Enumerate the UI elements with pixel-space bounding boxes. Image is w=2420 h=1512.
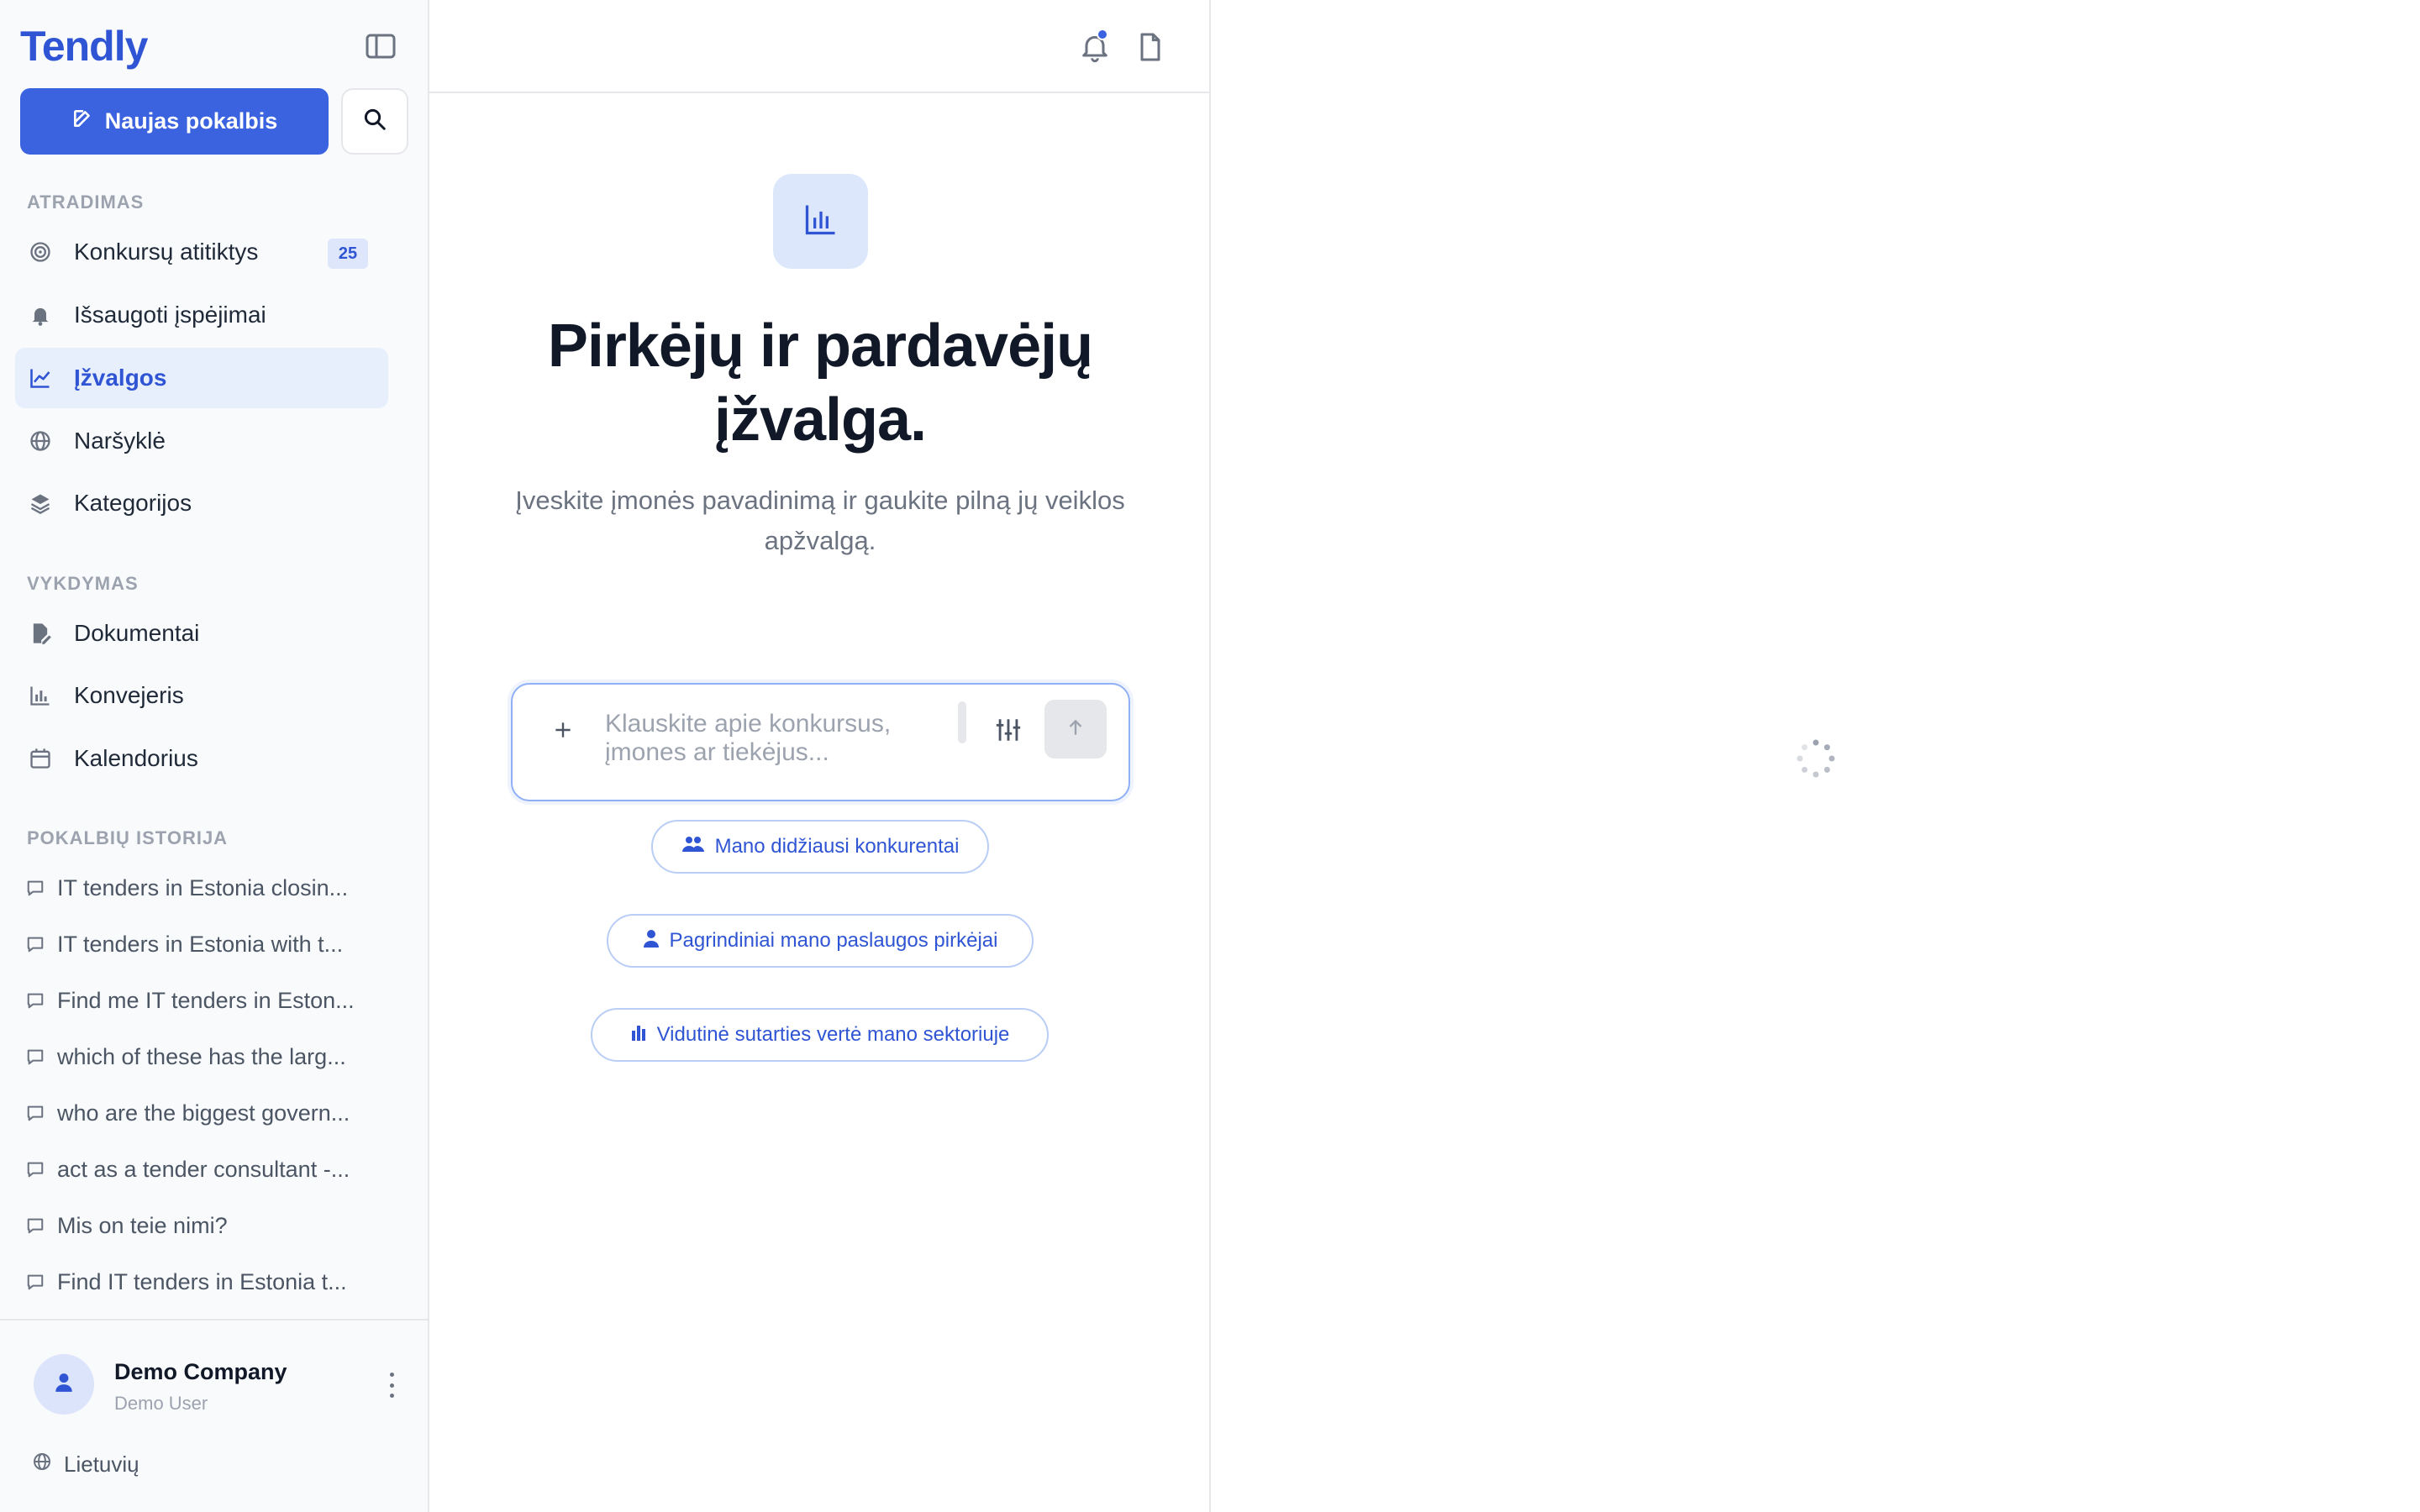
sidebar-item-label: Kalendorius (74, 745, 198, 771)
section-discovery: ATRADIMAS (27, 192, 145, 213)
history-item-label: IT tenders in Estonia closin... (57, 874, 349, 900)
sidebar-item-label: Konkursų atitiktys (74, 239, 259, 265)
user-icon (53, 1372, 75, 1398)
history-item[interactable]: IT tenders in Estonia closin... (25, 867, 378, 909)
filters-sliders-icon[interactable] (992, 713, 1025, 747)
sidebar-toggle-icon[interactable] (365, 32, 397, 60)
globe-icon (27, 428, 54, 454)
chat-bubble-icon (25, 1047, 45, 1067)
main-panel: Pirkėjų ir pardavėjų įžvalga. Įveskite į… (429, 0, 1211, 1512)
new-chat-label: Naujas pokalbis (104, 108, 278, 134)
document-edit-icon (27, 620, 54, 647)
suggestion-label: Vidutinė sutarties vertė mano sektoriuje (656, 1023, 1010, 1046)
target-icon (27, 239, 54, 265)
history-item[interactable]: Find me IT tenders in Eston... (25, 979, 378, 1021)
search-icon (362, 107, 387, 136)
bar-chart-icon (802, 201, 839, 242)
history-item-label: IT tenders in Estonia with t... (57, 931, 344, 957)
top-bar (429, 0, 1211, 93)
users-icon (681, 835, 705, 859)
new-chat-button[interactable]: Naujas pokalbis (20, 88, 329, 155)
suggestion-label: Mano didžiausi konkurentai (714, 835, 960, 858)
user-name: Demo Company (114, 1359, 287, 1384)
count-badge: 25 (328, 239, 368, 269)
chat-bubble-icon (25, 1215, 45, 1236)
suggestion-chip[interactable]: Mano didžiausi konkurentai (651, 820, 989, 874)
arrow-up-icon (1065, 717, 1086, 743)
chat-bubble-icon (25, 1103, 45, 1123)
sidebar-item-label: Konvejeris (74, 682, 184, 708)
loading-spinner-icon (1795, 738, 1837, 780)
language-selector[interactable]: Lietuvių (32, 1452, 139, 1478)
suggestion-label: Pagrindiniai mano paslaugos pirkėjai (669, 929, 998, 952)
user-icon (643, 929, 660, 953)
results-panel (1211, 0, 2420, 1512)
history-item[interactable]: Find IT tenders in Estonia t... (25, 1261, 378, 1303)
app-root: Tendly Naujas pokalbis ATRADIMAS Konkurs… (0, 0, 2420, 1512)
section-execution: VYKDYMAS (27, 573, 139, 594)
layers-icon (27, 490, 54, 517)
chat-input-box (511, 683, 1130, 801)
chat-bubble-icon (25, 1159, 45, 1179)
bar-chart-icon (27, 682, 54, 709)
insights-hero-icon (773, 174, 868, 269)
notification-dot (1097, 29, 1108, 40)
history-item-label: Mis on teie nimi? (57, 1212, 228, 1238)
history-item[interactable]: IT tenders in Estonia with t... (25, 923, 378, 965)
bar-chart-icon (630, 1023, 647, 1047)
sidebar-item-categories[interactable]: Kategorijos (15, 473, 388, 533)
history-item-label: which of these has the larg... (57, 1043, 346, 1069)
user-role: Demo User (114, 1393, 208, 1414)
page-subtitle: Įveskite įmonės pavadinimą ir gaukite pi… (515, 486, 1125, 555)
history-item-label: who are the biggest govern... (57, 1100, 350, 1126)
sidebar-item-label: Naršyklė (74, 428, 166, 454)
more-options-icon[interactable] (383, 1373, 400, 1398)
sidebar-item-label: Įžvalgos (74, 365, 167, 391)
search-button[interactable] (341, 88, 408, 155)
history-item-label: Find IT tenders in Estonia t... (57, 1268, 347, 1294)
sidebar-item-calendar[interactable]: Kalendorius (15, 728, 388, 789)
sidebar-item-pipeline[interactable]: Konvejeris (15, 665, 388, 726)
sidebar-item-insights[interactable]: Įžvalgos (15, 348, 388, 408)
history-item[interactable]: act as a tender consultant -... (25, 1148, 378, 1190)
language-label: Lietuvių (64, 1452, 139, 1477)
page-title: Pirkėjų ir pardavėjų įžvalga. (547, 312, 1093, 454)
sidebar-item-label: Išsaugoti įspėjimai (74, 302, 266, 328)
app-logo[interactable]: Tendly (20, 22, 148, 71)
sidebar-item-documents[interactable]: Dokumentai (15, 603, 388, 664)
sidebar-item-browser[interactable]: Naršyklė (15, 411, 388, 471)
document-icon[interactable] (1134, 30, 1167, 64)
sidebar-item-tender-matches[interactable]: Konkursų atitiktys 25 (15, 222, 388, 282)
input-scrollbar[interactable] (958, 701, 966, 743)
edit-icon (71, 108, 93, 135)
trend-chart-icon (27, 365, 54, 391)
history-item[interactable]: Mis on teie nimi? (25, 1205, 378, 1247)
bell-icon (27, 302, 54, 328)
sidebar-item-label: Kategorijos (74, 490, 192, 516)
globe-icon (32, 1452, 52, 1478)
history-item[interactable]: who are the biggest govern... (25, 1092, 378, 1134)
suggestion-chip[interactable]: Vidutinė sutarties vertė mano sektoriuje (591, 1008, 1049, 1062)
user-panel: Demo Company Demo User Lietuvių (0, 1319, 428, 1512)
sidebar-item-label: Dokumentai (74, 620, 200, 646)
chat-bubble-icon (25, 878, 45, 898)
chat-bubble-icon (25, 1272, 45, 1292)
avatar[interactable] (34, 1354, 94, 1415)
sidebar: Tendly Naujas pokalbis ATRADIMAS Konkurs… (0, 0, 429, 1512)
send-button[interactable] (1044, 700, 1107, 759)
suggestion-chip[interactable]: Pagrindiniai mano paslaugos pirkėjai (607, 914, 1034, 968)
history-item-label: act as a tender consultant -... (57, 1156, 350, 1182)
history-item[interactable]: which of these has the larg... (25, 1036, 378, 1078)
chat-input[interactable] (605, 710, 941, 769)
attach-plus-icon[interactable] (546, 713, 580, 747)
calendar-icon (27, 745, 54, 772)
section-history: POKALBIŲ ISTORIJA (27, 827, 229, 848)
chat-bubble-icon (25, 990, 45, 1011)
history-item-label: Find me IT tenders in Eston... (57, 987, 355, 1013)
chat-bubble-icon (25, 934, 45, 954)
sidebar-item-saved-alerts[interactable]: Išsaugoti įspėjimai (15, 285, 388, 345)
